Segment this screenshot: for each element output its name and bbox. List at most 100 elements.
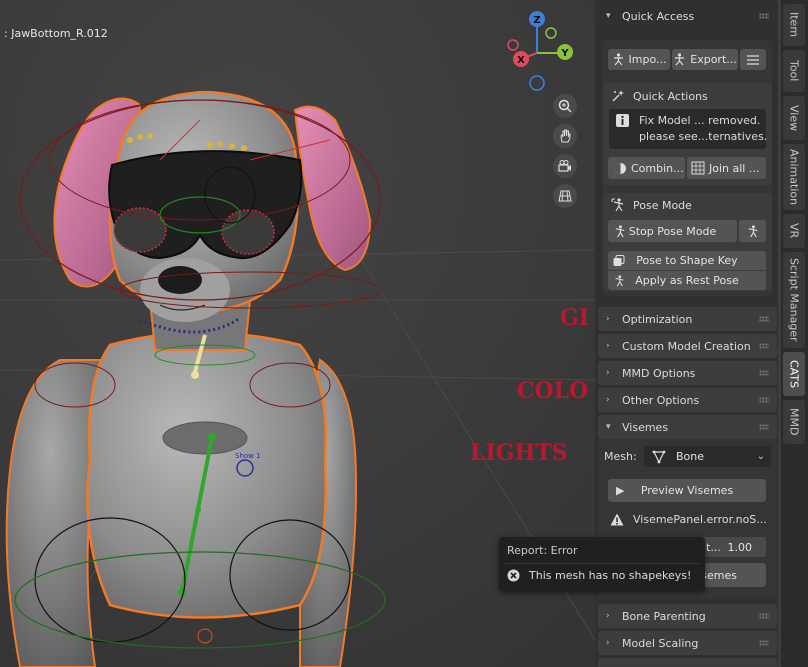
error-circle-x-icon	[507, 569, 520, 582]
create-visemes-label: semes	[701, 568, 737, 582]
warning-icon	[610, 513, 624, 526]
pose-mode-toggle-button[interactable]	[739, 220, 766, 242]
tab-mmd[interactable]: MMD	[783, 400, 805, 444]
model-scaling-title: Model Scaling	[622, 636, 699, 650]
join-all-button[interactable]: Join all ...	[687, 157, 766, 179]
report-message-row: This mesh has no shapekeys!	[507, 569, 691, 582]
hamburger-menu-icon	[747, 54, 759, 65]
sidebar-tabs: Item Tool View Animation VR Script Manag…	[781, 0, 808, 667]
sparkles-icon	[612, 90, 624, 102]
chevron-down-icon: ▾	[606, 11, 611, 21]
model-marking: Show 1	[235, 452, 261, 460]
report-message: This mesh has no shapekeys!	[529, 569, 692, 582]
chevron-down-icon: ▾	[606, 422, 611, 432]
viseme-error-message: VisemePanel.error.noS...	[610, 513, 767, 526]
quick-access-header[interactable]: ▾ Quick Access	[598, 4, 777, 28]
export-button[interactable]: Export...	[672, 49, 738, 70]
tab-mmd-label: MMD	[787, 408, 801, 436]
scene-text-color: COLO	[517, 378, 588, 404]
active-object-label: : JawBottom_R.012	[4, 27, 108, 40]
export-label: Export...	[690, 53, 737, 66]
pose-to-shape-key-button[interactable]: Pose to Shape Key	[608, 251, 766, 270]
combine-button[interactable]: Combin...	[608, 157, 685, 179]
pose-figure-icon	[748, 224, 758, 237]
model-scaling-panel-header[interactable]: › Model Scaling	[598, 631, 777, 655]
drag-grip-icon[interactable]	[759, 13, 769, 19]
chevron-right-icon: ›	[606, 341, 610, 351]
drag-grip-icon[interactable]	[759, 397, 769, 403]
blender-window: GI COLO LIGHTS Show 1: JawBottom_R.012 …	[0, 0, 808, 667]
bone-parenting-title: Bone Parenting	[622, 609, 706, 623]
visemes-panel-header[interactable]: ▾ Visemes	[598, 415, 777, 439]
camera-view-button[interactable]	[553, 154, 577, 178]
chevron-right-icon: ›	[606, 368, 610, 378]
import-button[interactable]: Impo...	[608, 49, 670, 70]
navigation-gizmo[interactable]: Z Y X	[495, 5, 585, 95]
tab-animation[interactable]: Animation	[783, 144, 805, 210]
chevron-down-icon: ⌄	[756, 451, 765, 462]
drag-grip-icon[interactable]	[759, 343, 769, 349]
chevron-right-icon: ›	[606, 395, 610, 405]
fix-model-message-line1: Fix Model ... removed.	[639, 114, 761, 127]
viseme-error-text: VisemePanel.error.noS...	[633, 513, 767, 526]
apply-as-rest-pose-button[interactable]: Apply as Rest Pose	[608, 271, 766, 290]
import-figure-icon	[613, 53, 623, 66]
shape-key-icon	[613, 254, 625, 266]
fix-model-message-line2: please see...ternatives.	[639, 130, 768, 143]
mesh-label: Mesh:	[604, 450, 637, 463]
pose-figure-icon	[615, 274, 624, 286]
tab-view[interactable]: View	[783, 96, 805, 140]
drag-grip-icon[interactable]	[759, 370, 769, 376]
other-options-title: Other Options	[622, 393, 700, 407]
tab-script-manager[interactable]: Script Manager	[783, 252, 805, 348]
perspective-toggle-button[interactable]	[553, 184, 577, 208]
error-report-popup: Report: Error This mesh has no shapekeys…	[499, 537, 705, 591]
apply-as-rest-pose-label: Apply as Rest Pose	[635, 274, 739, 287]
pose-figure-icon	[611, 198, 624, 212]
quick-access-menu-button[interactable]	[740, 49, 766, 70]
tab-vr[interactable]: VR	[783, 214, 805, 248]
next-panel-header[interactable]	[598, 658, 777, 667]
tab-tool[interactable]: Tool	[783, 50, 805, 92]
import-label: Impo...	[628, 53, 667, 66]
tab-item[interactable]: Item	[783, 4, 805, 46]
zoom-button[interactable]	[553, 94, 577, 118]
quick-actions-title: Quick Actions	[633, 89, 708, 103]
scene-text-gi: GI	[560, 305, 589, 331]
tab-vr-label: VR	[787, 223, 801, 239]
mmd-options-panel-header[interactable]: › MMD Options	[598, 361, 777, 385]
other-options-panel-header[interactable]: › Other Options	[598, 388, 777, 412]
export-figure-icon	[675, 53, 685, 66]
pose-figure-icon	[615, 224, 625, 237]
preview-visemes-button[interactable]: ▶ Preview Visemes	[608, 479, 766, 502]
tab-cats[interactable]: CATS	[783, 352, 805, 396]
chevron-right-icon: ›	[606, 314, 610, 324]
stop-pose-mode-label: Stop Pose Mode	[628, 224, 717, 238]
custom-model-creation-panel-header[interactable]: › Custom Model Creation	[598, 334, 777, 358]
drag-grip-icon[interactable]	[759, 613, 769, 619]
mesh-grid-icon	[691, 161, 705, 175]
preview-visemes-label: Preview Visemes	[640, 484, 734, 497]
mesh-dropdown[interactable]: Bone ⌄	[644, 446, 771, 467]
chevron-right-icon: ›	[606, 638, 610, 648]
mmd-options-title: MMD Options	[622, 366, 696, 380]
drag-grip-icon[interactable]	[759, 640, 769, 646]
drag-grip-icon[interactable]	[759, 424, 769, 430]
scene-text-lights: LIGHTS	[470, 440, 568, 466]
tab-cats-label: CATS	[787, 359, 801, 389]
optimization-panel-header[interactable]: › Optimization	[598, 307, 777, 331]
material-sphere-icon	[615, 162, 626, 174]
custom-model-creation-title: Custom Model Creation	[622, 339, 751, 353]
tab-item-label: Item	[787, 12, 801, 38]
bone-parenting-panel-header[interactable]: › Bone Parenting	[598, 604, 777, 628]
gizmo-x-label: X	[517, 55, 525, 66]
grid-icon	[558, 190, 572, 202]
chevron-right-icon: ›	[606, 611, 610, 621]
pan-button[interactable]	[553, 124, 577, 148]
quick-access-title: Quick Access	[622, 9, 695, 23]
drag-grip-icon[interactable]	[759, 316, 769, 322]
stop-pose-mode-button[interactable]: Stop Pose Mode	[608, 220, 737, 242]
camera-icon	[558, 160, 571, 172]
optimization-title: Optimization	[622, 312, 693, 326]
gizmo-z-label: Z	[533, 15, 540, 26]
